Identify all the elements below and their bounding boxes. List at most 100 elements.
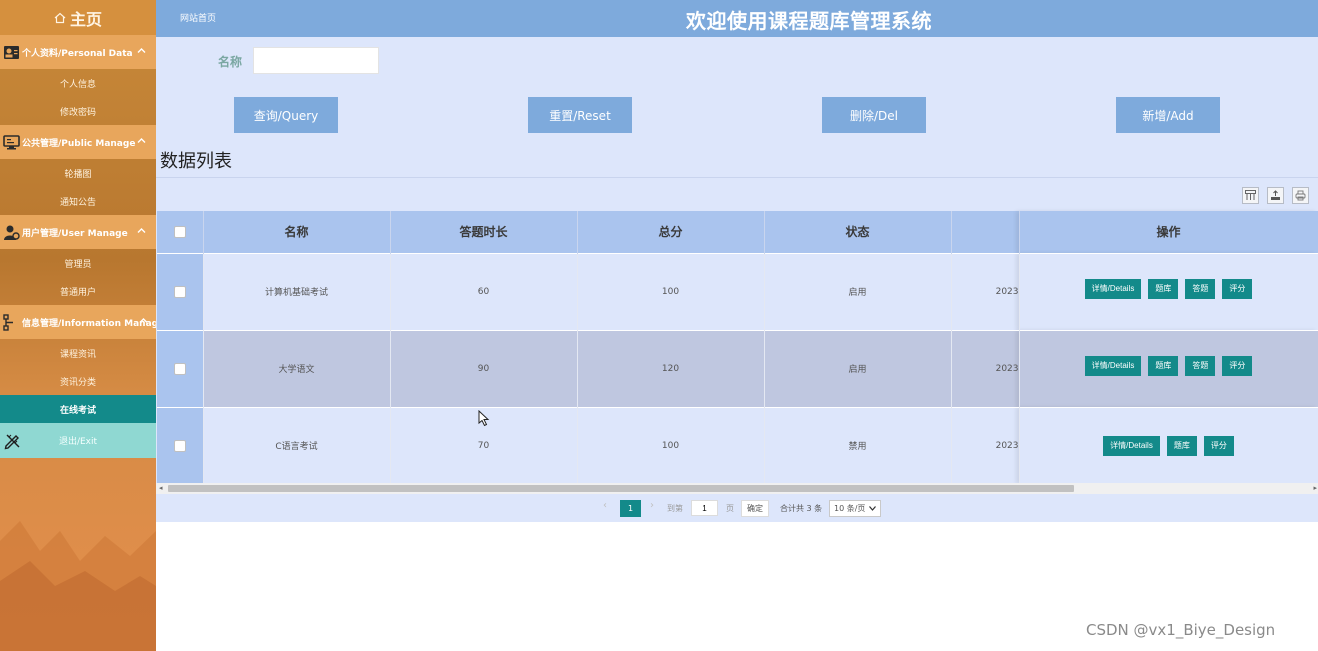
sidebar-item-personal-info[interactable]: 个人信息	[0, 69, 156, 97]
delete-button[interactable]: 删除/Del	[822, 97, 926, 133]
sidebar-item-notice[interactable]: 通知公告	[0, 187, 156, 215]
details-button[interactable]: 详情/Details	[1084, 278, 1142, 299]
query-button[interactable]: 查询/Query	[234, 97, 338, 133]
row-select-cell[interactable]	[157, 252, 204, 330]
name-filter-input[interactable]	[253, 47, 379, 74]
sidebar-item-normal-user[interactable]: 普通用户	[0, 277, 156, 305]
goto-page-input[interactable]	[691, 500, 718, 516]
cell-status: 启用	[764, 252, 952, 330]
export-icon[interactable]	[1267, 187, 1284, 204]
grade-button[interactable]: 评分	[1203, 435, 1234, 456]
details-button[interactable]: 详情/Details	[1103, 435, 1160, 456]
column-header-status[interactable]: 状态	[764, 211, 952, 253]
menu-section-information-manage[interactable]: 信息管理/Information Manage	[0, 305, 156, 339]
column-header-actions: 操作	[1019, 211, 1318, 253]
row-checkbox[interactable]	[173, 285, 186, 298]
menu-section-user-manage[interactable]: 用户管理/User Manage	[0, 215, 156, 249]
row-checkbox[interactable]	[173, 439, 186, 452]
sidebar-item-label: 轮播图	[64, 169, 92, 180]
app: 主页 个人资料/Personal Data 个人信息 修改密码 公共管理/Pub…	[0, 0, 1318, 651]
sidebar-item-news-category[interactable]: 资讯分类	[0, 367, 156, 395]
sidebar-item-change-password[interactable]: 修改密码	[0, 97, 156, 125]
row-select-cell[interactable]	[157, 406, 204, 484]
sidebar-item-label: 资讯分类	[59, 377, 96, 388]
page-number-current[interactable]: 1	[620, 500, 641, 517]
menu-section-title: 个人资料/Personal Data	[22, 48, 133, 59]
reset-button[interactable]: 重置/Reset	[528, 97, 632, 133]
question-bank-button[interactable]: 题库	[1148, 278, 1179, 299]
sidebar-item-label: 修改密码	[59, 107, 96, 118]
chevron-down-icon	[869, 506, 877, 511]
name-filter-label: 名称	[218, 55, 243, 69]
row-checkbox[interactable]	[173, 362, 186, 375]
column-header-name[interactable]: 名称	[203, 211, 391, 253]
cell-date: 2023	[951, 329, 1020, 407]
cell-date: 2023	[951, 406, 1020, 484]
goto-confirm-button[interactable]: 确定	[741, 500, 769, 517]
table-header-row: 名称 答题时长 总分 状态 操作	[157, 211, 1318, 253]
sidebar-item-carousel[interactable]: 轮播图	[0, 159, 156, 187]
sidebar: 主页 个人资料/Personal Data 个人信息 修改密码 公共管理/Pub…	[0, 0, 156, 651]
next-page-icon[interactable]: ›	[650, 500, 654, 511]
watermark: CSDN @vx1_Biye_Design	[1086, 621, 1276, 639]
cell-status: 启用	[764, 329, 952, 407]
page-size-select[interactable]: 10 条/页	[829, 500, 882, 517]
sidebar-item-label: 管理员	[64, 259, 92, 270]
table-row: 计算机基础考试 60 100 启用 2023 详情/Details 题库 答题 …	[157, 252, 1318, 330]
column-toggle-icon[interactable]	[1242, 187, 1259, 204]
sidebar-item-online-exam[interactable]: 在线考试	[0, 395, 156, 423]
table-row: C语言考试 70 100 禁用 2023 详情/Details 题库 评分	[157, 406, 1318, 484]
column-header-duration[interactable]: 答题时长	[390, 211, 578, 253]
menu-section-public-manage[interactable]: 公共管理/Public Manage	[0, 125, 156, 159]
print-icon[interactable]	[1292, 187, 1309, 204]
scrollbar-thumb[interactable]	[168, 485, 1074, 492]
pagination: ‹ 1 › 到第 页 确定 合计共 3 条 10 条/页	[156, 494, 1318, 522]
table-row: 大学语文 90 120 启用 2023 详情/Details 题库 答题 评分	[157, 329, 1318, 407]
user-card-icon	[4, 46, 19, 59]
cell-score: 120	[577, 329, 765, 407]
sidebar-item-admin[interactable]: 管理员	[0, 249, 156, 277]
grade-button[interactable]: 评分	[1222, 355, 1253, 376]
page-title: 欢迎使用课程题库管理系统	[686, 9, 932, 33]
cell-actions: 详情/Details 题库 评分	[1019, 406, 1318, 484]
select-all-cell[interactable]	[157, 211, 204, 253]
answer-button[interactable]: 答题	[1185, 278, 1216, 299]
sidebar-item-label: 个人信息	[59, 79, 96, 90]
add-button[interactable]: 新增/Add	[1116, 97, 1220, 133]
scroll-right-icon[interactable]: ▸	[1313, 483, 1317, 494]
scroll-left-icon[interactable]: ◂	[159, 483, 163, 494]
pencil-ruler-icon	[4, 434, 20, 450]
table-horizontal-scrollbar[interactable]: ◂ ▸	[156, 483, 1318, 494]
exit-label: 退出/Exit	[58, 437, 98, 447]
cell-date: 2023	[951, 252, 1020, 330]
exit-button[interactable]: 退出/Exit	[0, 423, 156, 458]
top-bar: 网站首页 欢迎使用课程题库管理系统	[156, 0, 1318, 37]
row-select-cell[interactable]	[157, 329, 204, 407]
cell-score: 100	[577, 406, 765, 484]
grade-button[interactable]: 评分	[1222, 278, 1253, 299]
chevron-up-icon	[137, 48, 146, 53]
chevron-up-icon	[139, 318, 148, 323]
column-header-score[interactable]: 总分	[577, 211, 765, 253]
answer-button[interactable]: 答题	[1185, 355, 1216, 376]
cell-status: 禁用	[764, 406, 952, 484]
select-all-checkbox[interactable]	[173, 226, 186, 239]
question-bank-button[interactable]: 题库	[1148, 355, 1179, 376]
data-table: 名称 答题时长 总分 状态 操作 计算机基础考试 60 100 启用 2023	[157, 211, 1318, 484]
cell-duration: 90	[390, 329, 578, 407]
breadcrumb-home[interactable]: 网站首页	[180, 11, 216, 24]
home-link[interactable]: 主页	[0, 0, 156, 35]
prev-page-icon[interactable]: ‹	[603, 500, 607, 511]
cell-actions: 详情/Details 题库 答题 评分	[1019, 329, 1318, 407]
page-unit-label: 页	[726, 504, 734, 513]
menu-section-title: 公共管理/Public Manage	[22, 138, 136, 149]
column-header-date[interactable]	[951, 211, 1020, 253]
details-button[interactable]: 详情/Details	[1084, 355, 1142, 376]
sidebar-item-course-news[interactable]: 课程资讯	[0, 339, 156, 367]
home-icon	[54, 12, 66, 23]
cell-name: C语言考试	[203, 406, 391, 484]
question-bank-button[interactable]: 题库	[1166, 435, 1197, 456]
chevron-up-icon	[137, 228, 146, 233]
menu-section-personal-data[interactable]: 个人资料/Personal Data	[0, 35, 156, 69]
mouse-cursor-icon	[478, 410, 490, 427]
